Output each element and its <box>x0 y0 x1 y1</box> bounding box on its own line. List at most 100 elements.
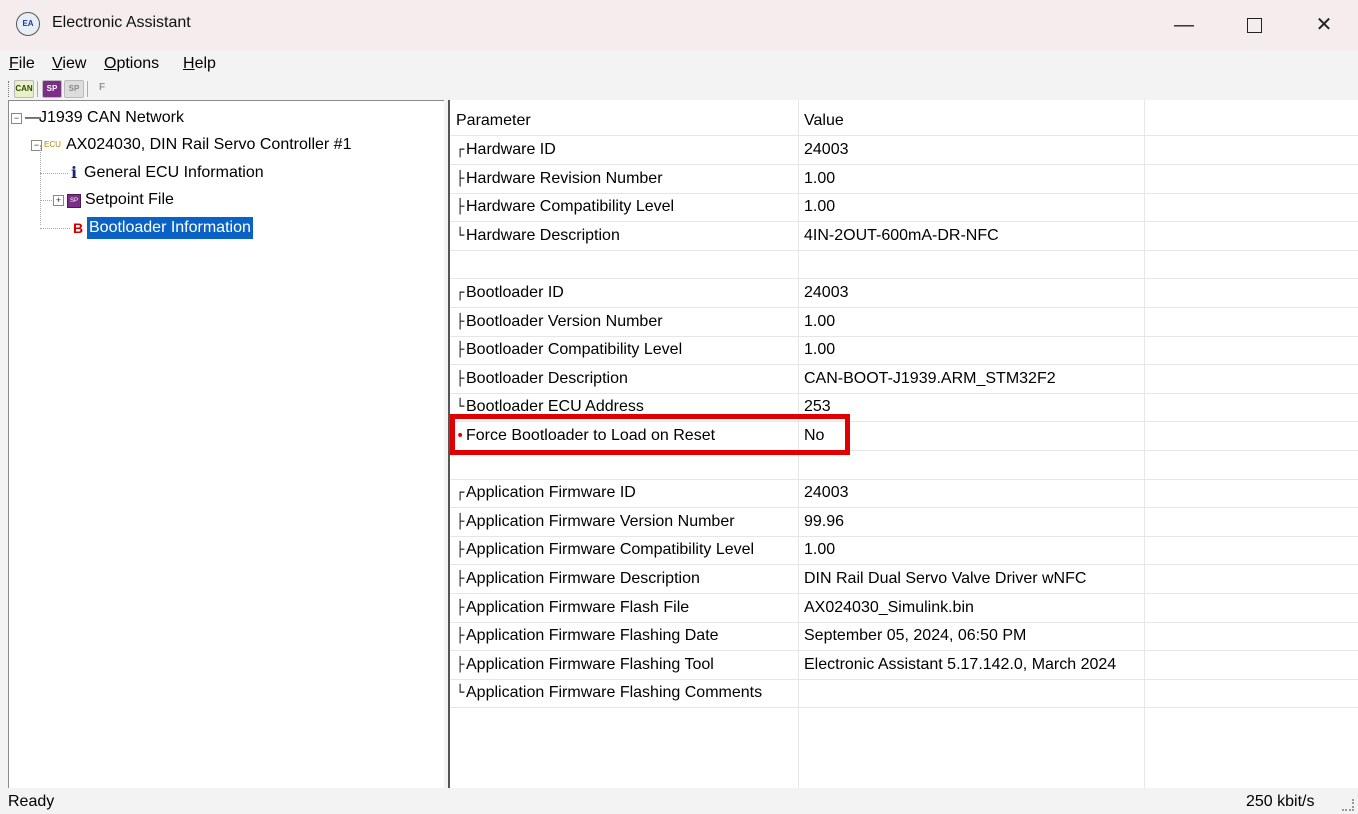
parameter-cell: ┌Hardware ID <box>456 135 796 164</box>
can-icon[interactable]: CAN <box>14 80 34 98</box>
tree-connector <box>40 145 41 225</box>
table-row[interactable]: ┌Application Firmware ID 24003 <box>450 478 1358 509</box>
parameter-cell: ├Bootloader Compatibility Level <box>456 335 796 364</box>
tree-node-label: J1939 CAN Network <box>39 109 184 126</box>
collapse-icon[interactable]: − <box>11 113 22 124</box>
parameter-label: Bootloader ECU Address <box>466 398 644 416</box>
table-row[interactable]: ┌Hardware ID 24003 <box>450 135 1358 165</box>
group-bracket-icon: ├ <box>456 542 465 559</box>
ecu-tree[interactable]: − — J1939 CAN Network − ECU AX024030, DI… <box>8 100 446 790</box>
table-row[interactable]: ├Application Firmware Flashing Tool Elect… <box>450 650 1358 680</box>
menu-file[interactable]: File <box>9 55 35 73</box>
value-cell: 24003 <box>804 141 849 158</box>
group-bracket-icon: ├ <box>456 370 465 387</box>
group-bracket-icon: ├ <box>456 571 465 587</box>
menu-help[interactable]: Help <box>183 55 216 73</box>
menu-options[interactable]: Options <box>104 55 159 73</box>
tree-node-label: Bootloader Information <box>87 217 253 239</box>
group-bracket-icon: ├ <box>456 342 465 359</box>
value-cell: DIN Rail Dual Servo Valve Driver wNFC <box>804 570 1087 587</box>
table-row[interactable]: ┌Bootloader ID 24003 <box>450 278 1358 308</box>
group-bracket-icon: ├ <box>456 599 465 616</box>
minimize-button[interactable]: — <box>1149 0 1219 50</box>
parameter-cell: ┌Application Firmware ID <box>456 478 796 507</box>
table-row[interactable]: ├Application Firmware Version Number 99.9… <box>450 507 1358 537</box>
window-title: Electronic Assistant <box>52 14 191 31</box>
table-row[interactable]: ├Hardware Compatibility Level 1.00 <box>450 192 1358 223</box>
status-bar: Ready 250 kbit/s <box>0 788 1358 814</box>
group-bracket-icon: ├ <box>456 199 465 216</box>
setpoint-open-icon[interactable]: SP <box>42 80 62 98</box>
parameter-label: Application Firmware ID <box>466 484 636 502</box>
table-row[interactable]: ├Bootloader Description CAN-BOOT-J1939.AR… <box>450 364 1358 394</box>
parameter-cell: ├Hardware Compatibility Level <box>456 192 796 221</box>
parameter-cell: └Hardware Description <box>456 221 796 250</box>
parameter-cell: ├Hardware Revision Number <box>456 164 796 193</box>
group-bracket-icon: └ <box>456 227 465 244</box>
title-bar: EA Electronic Assistant — ✕ <box>0 0 1358 50</box>
resize-grip-icon[interactable] <box>1342 799 1354 811</box>
bootloader-icon: B <box>73 220 84 236</box>
parameter-label: Application Firmware Flashing Comments <box>466 684 763 702</box>
parameter-label: Hardware ID <box>466 141 556 158</box>
setpoint-save-icon[interactable]: SP <box>64 80 84 98</box>
maximize-icon <box>1246 18 1262 34</box>
table-row[interactable]: ├Application Firmware Flash File AX024030… <box>450 593 1358 623</box>
group-bracket-icon: ├ <box>456 513 465 530</box>
table-row[interactable]: ├Application Firmware Flashing Date Septe… <box>450 621 1358 652</box>
highlight-box <box>450 414 850 455</box>
group-bracket-icon: ┌ <box>456 485 465 502</box>
table-row[interactable]: ├Hardware Revision Number 1.00 <box>450 164 1358 194</box>
group-bracket-icon: ├ <box>456 313 465 330</box>
group-bracket-icon: ├ <box>456 170 465 187</box>
parameter-label: Hardware Description <box>466 226 620 244</box>
header-parameter[interactable]: Parameter <box>456 106 796 135</box>
table-row[interactable]: └Application Firmware Flashing Comments <box>450 678 1358 709</box>
group-bracket-icon: ┌ <box>456 142 465 158</box>
tree-connector <box>40 173 68 174</box>
parameter-cell: └Application Firmware Flashing Comments <box>456 678 796 707</box>
tree-node-label: General ECU Information <box>84 164 264 181</box>
toolbar-grip <box>8 81 12 97</box>
parameter-label: Bootloader Compatibility Level <box>466 341 683 359</box>
status-text: Ready <box>8 793 55 810</box>
group-bracket-icon: ├ <box>456 628 465 645</box>
header-value[interactable]: Value <box>804 106 1144 135</box>
table-row[interactable]: ├Application Firmware Description DIN Rai… <box>450 564 1358 594</box>
value-cell: 24003 <box>804 484 849 502</box>
value-cell <box>804 678 1144 707</box>
app-icon: EA <box>16 12 40 36</box>
value-cell: AX024030_Simulink.bin <box>804 598 974 616</box>
tree-node-label: Setpoint File <box>85 191 174 208</box>
value-cell: 1.00 <box>804 541 836 559</box>
value-cell: 253 <box>804 398 831 416</box>
status-bitrate: 250 kbit/s <box>1246 793 1315 810</box>
table-row[interactable]: ├Application Firmware Compatibility Leve… <box>450 535 1358 566</box>
table-row[interactable] <box>450 249 1358 280</box>
menu-bar: File View Options Help <box>0 50 1358 78</box>
menu-view[interactable]: View <box>52 55 86 73</box>
table-row[interactable]: ├Bootloader Version Number 1.00 <box>450 307 1358 337</box>
close-button[interactable]: ✕ <box>1289 0 1358 50</box>
group-bracket-icon: ├ <box>456 656 465 673</box>
maximize-button[interactable] <box>1219 0 1289 50</box>
table-row[interactable]: ├Bootloader Compatibility Level 1.00 <box>450 335 1358 366</box>
parameter-label: Application Firmware Description <box>466 570 700 587</box>
value-cell[interactable]: No <box>804 421 1144 450</box>
tree-connector <box>40 200 52 201</box>
tree-node-label: AX024030, DIN Rail Servo Controller #1 <box>66 136 352 153</box>
value-cell: 4IN-2OUT-600mA-DR-NFC <box>804 226 999 244</box>
info-icon: i <box>71 163 78 182</box>
expand-icon[interactable]: + <box>53 195 64 206</box>
parameter-label: Application Firmware Flashing Tool <box>466 655 714 673</box>
flash-icon[interactable]: F <box>93 80 111 96</box>
value-cell: CAN-BOOT-J1939.ARM_STM32F2 <box>804 369 1056 387</box>
parameter-label: Bootloader ID <box>466 284 564 301</box>
value-cell: 1.00 <box>804 169 836 187</box>
parameter-cell: ├Application Firmware Description <box>456 564 796 593</box>
value-cell: 24003 <box>804 284 849 301</box>
table-row[interactable]: └Hardware Description 4IN-2OUT-600mA-DR-N… <box>450 221 1358 251</box>
grid-header: Parameter Value <box>450 106 1358 136</box>
value-cell <box>804 249 1144 278</box>
parameter-cell: ├Bootloader Version Number <box>456 307 796 336</box>
